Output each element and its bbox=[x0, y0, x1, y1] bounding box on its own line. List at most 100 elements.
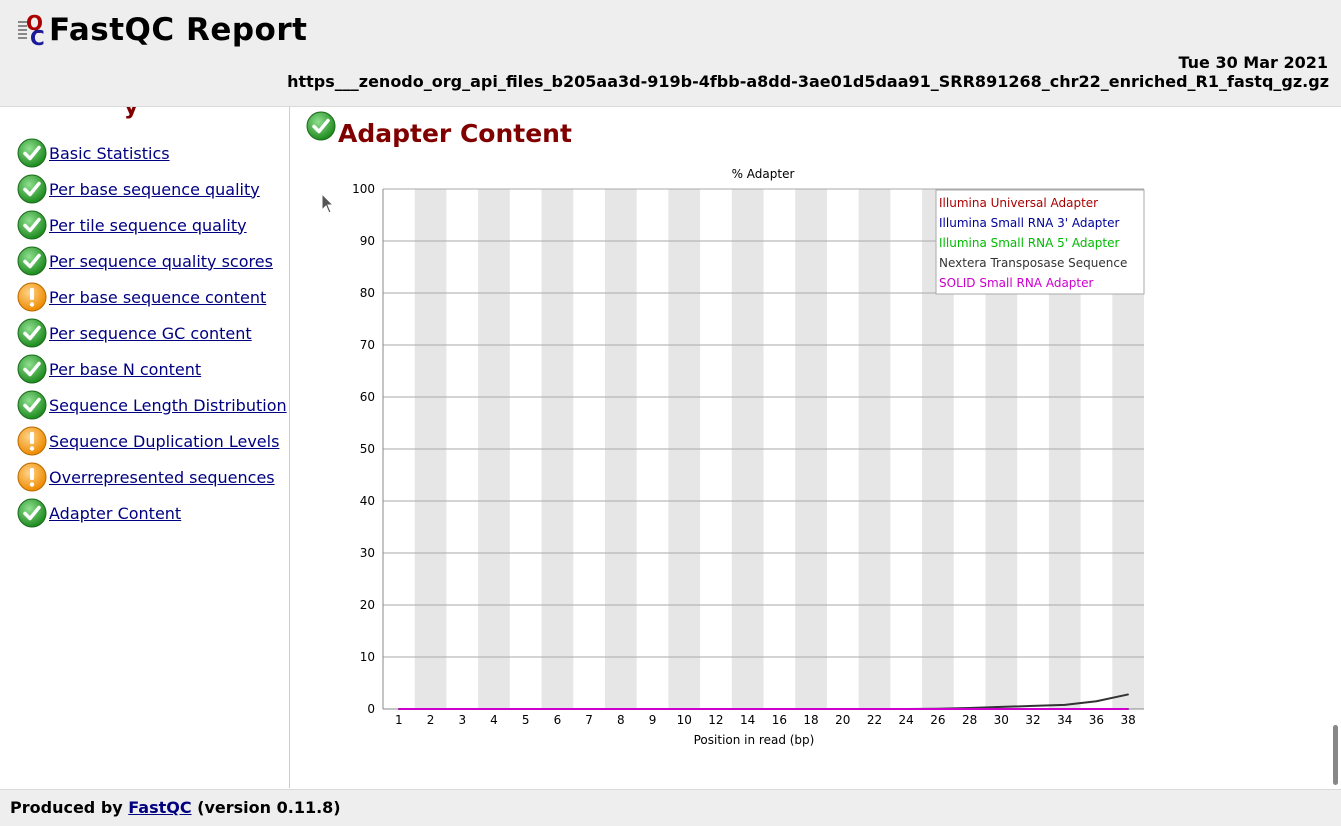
chart-y-tick-label: 80 bbox=[360, 286, 375, 300]
footer-version: (version 0.11.8) bbox=[197, 798, 341, 817]
chart-x-axis-label: Position in read (bp) bbox=[694, 733, 815, 747]
summary-link[interactable]: Per base sequence quality bbox=[49, 180, 260, 199]
chart-x-tick-label: 32 bbox=[1025, 713, 1040, 727]
pass-icon bbox=[17, 210, 47, 240]
summary-link[interactable]: Overrepresented sequences bbox=[49, 468, 275, 487]
chart-point bbox=[588, 708, 590, 710]
chart-point bbox=[1032, 705, 1034, 707]
chart-point bbox=[461, 708, 464, 710]
chart-x-tick-label: 20 bbox=[835, 713, 850, 727]
chart-y-tick-label: 0 bbox=[367, 702, 375, 716]
chart-legend-entry: Nextera Transposase Sequence bbox=[939, 256, 1127, 270]
pass-icon bbox=[17, 138, 47, 168]
chart-x-ticks: 1 2 3 4 5 6 7 8 9 10 12 14 16 18 20 22 24 26 28 30 32 34 36 38 bbox=[395, 713, 1136, 727]
chart-legend-entry: Illumina Small RNA 5' Adapter bbox=[939, 236, 1120, 250]
warning-icon bbox=[17, 462, 47, 492]
chart-x-tick-label: 14 bbox=[740, 713, 755, 727]
scrollbar-thumb[interactable] bbox=[1333, 725, 1338, 785]
fastqc-link[interactable]: FastQC bbox=[128, 798, 191, 817]
pass-icon bbox=[17, 354, 47, 384]
chart-point bbox=[620, 708, 622, 710]
chart-y-tick-label: 70 bbox=[360, 338, 375, 352]
warning-icon bbox=[17, 282, 47, 312]
chart-x-tick-label: 6 bbox=[554, 713, 562, 727]
chart-x-tick-label: 9 bbox=[649, 713, 657, 727]
report-header: Q C FastQC Report Tue 30 Mar 2021 https_… bbox=[0, 0, 1341, 107]
chart-x-tick-label: 34 bbox=[1057, 713, 1072, 727]
chart-point bbox=[1095, 708, 1098, 710]
chart-point bbox=[968, 708, 971, 710]
chart-point bbox=[429, 708, 432, 710]
chart-point bbox=[1063, 708, 1066, 710]
chart-x-tick-label: 18 bbox=[803, 713, 818, 727]
chart-x-tick-label: 12 bbox=[708, 713, 723, 727]
pass-icon bbox=[17, 246, 47, 276]
chart-x-tick-label: 28 bbox=[962, 713, 977, 727]
summary-link[interactable]: Per base sequence content bbox=[49, 288, 266, 307]
pass-icon bbox=[17, 498, 47, 528]
fastqc-logo-icon: Q C bbox=[18, 12, 45, 46]
summary-link[interactable]: Per base N content bbox=[49, 360, 201, 379]
summary-item[interactable]: Sequence Length Distribution bbox=[17, 387, 287, 423]
chart-y-tick-label: 100 bbox=[352, 182, 375, 196]
chart-y-tick-label: 10 bbox=[360, 650, 375, 664]
summary-link[interactable]: Sequence Duplication Levels bbox=[49, 432, 279, 451]
summary-item[interactable]: Per sequence quality scores bbox=[17, 243, 287, 279]
summary-link[interactable]: Per sequence quality scores bbox=[49, 252, 273, 271]
summary-item[interactable]: Sequence Duplication Levels bbox=[17, 423, 287, 459]
chart-point bbox=[1063, 704, 1066, 706]
chart-y-tick-label: 40 bbox=[360, 494, 375, 508]
summary-link[interactable]: Per tile sequence quality bbox=[49, 216, 247, 235]
chart-point bbox=[1000, 706, 1003, 708]
chart-point bbox=[841, 708, 844, 710]
chart-legend-entry: Illumina Universal Adapter bbox=[939, 196, 1098, 210]
chart-x-tick-label: 2 bbox=[427, 713, 435, 727]
report-footer: Produced by FastQC (version 0.11.8) bbox=[0, 789, 1341, 826]
chart-y-tick-label: 60 bbox=[360, 390, 375, 404]
summary-heading: y bbox=[124, 107, 139, 120]
chart-y-tick-label: 30 bbox=[360, 546, 375, 560]
summary-item[interactable]: Per tile sequence quality bbox=[17, 207, 287, 243]
pass-icon bbox=[17, 390, 47, 420]
summary-sidebar: y Basic Statistics Per base sequence qual… bbox=[0, 107, 290, 788]
chart-point bbox=[556, 708, 559, 710]
pass-icon bbox=[17, 174, 47, 204]
chart-point bbox=[746, 708, 749, 710]
chart-point bbox=[1127, 708, 1129, 710]
summary-link[interactable]: Per sequence GC content bbox=[49, 324, 252, 343]
mouse-pointer-icon bbox=[321, 193, 335, 214]
summary-item[interactable]: Overrepresented sequences bbox=[17, 459, 287, 495]
chart-point bbox=[1095, 700, 1098, 702]
chart-point bbox=[937, 708, 939, 710]
chart-point bbox=[651, 708, 654, 710]
chart-x-tick-label: 22 bbox=[867, 713, 882, 727]
chart-x-tick-label: 5 bbox=[522, 713, 530, 727]
summary-item[interactable]: Per base N content bbox=[17, 351, 287, 387]
chart-x-tick-label: 24 bbox=[899, 713, 914, 727]
footer-produced-by: Produced by bbox=[10, 798, 123, 817]
summary-item[interactable]: Per sequence GC content bbox=[17, 315, 287, 351]
summary-link[interactable]: Adapter Content bbox=[49, 504, 181, 523]
report-title: FastQC Report bbox=[49, 12, 308, 48]
chart-x-tick-label: 1 bbox=[395, 713, 403, 727]
summary-link[interactable]: Basic Statistics bbox=[49, 144, 170, 163]
chart-point bbox=[778, 708, 781, 710]
chart-point bbox=[398, 708, 400, 710]
chart-x-tick-label: 8 bbox=[617, 713, 625, 727]
summary-item[interactable]: Basic Statistics bbox=[17, 135, 287, 171]
chart-point bbox=[715, 708, 717, 710]
pass-icon bbox=[17, 318, 47, 348]
chart-x-tick-label: 4 bbox=[490, 713, 498, 727]
svg-text:C: C bbox=[30, 26, 45, 46]
chart-point bbox=[810, 708, 812, 710]
chart-x-tick-label: 26 bbox=[930, 713, 945, 727]
pass-icon bbox=[306, 111, 336, 141]
summary-item[interactable]: Adapter Content bbox=[17, 495, 287, 531]
chart-point bbox=[493, 708, 495, 710]
summary-link[interactable]: Sequence Length Distribution bbox=[49, 396, 287, 415]
chart-x-tick-label: 38 bbox=[1121, 713, 1136, 727]
summary-item[interactable]: Per base sequence quality bbox=[17, 171, 287, 207]
vertical-scrollbar[interactable] bbox=[1329, 107, 1341, 788]
summary-item[interactable]: Per base sequence content bbox=[17, 279, 287, 315]
chart-point bbox=[905, 708, 907, 710]
